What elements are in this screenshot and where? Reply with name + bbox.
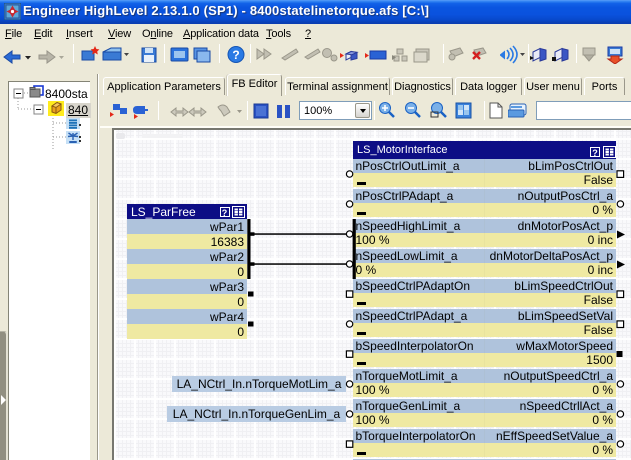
svg-text:?: ? — [232, 48, 239, 62]
